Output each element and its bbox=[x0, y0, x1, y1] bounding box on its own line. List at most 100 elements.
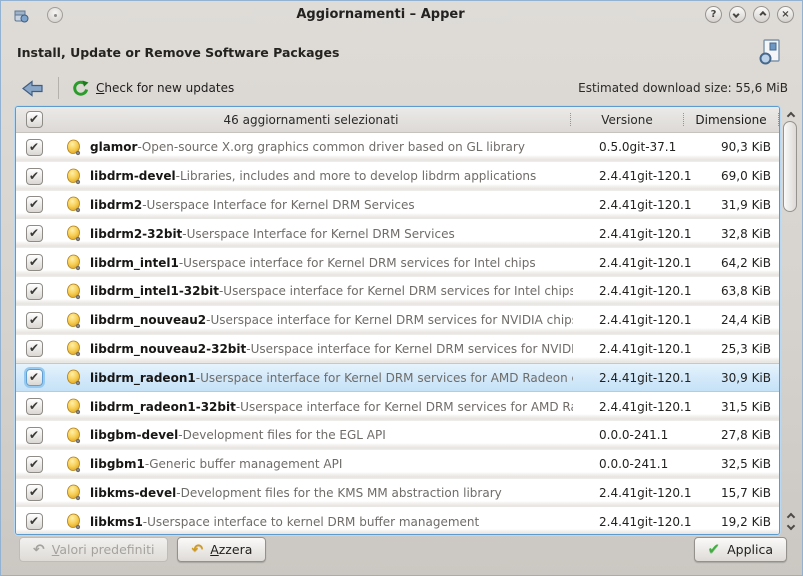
version-cell: 2.4.41git-120.1 bbox=[573, 198, 685, 212]
row-checkbox[interactable] bbox=[26, 196, 43, 213]
size-cell: 15,7 KiB bbox=[685, 486, 779, 500]
version-cell: 2.4.41git-120.1 bbox=[573, 227, 685, 241]
package-icon bbox=[65, 484, 82, 501]
software-updates-icon bbox=[758, 37, 784, 67]
package-row[interactable]: libkms-devel - Development files for the… bbox=[16, 479, 779, 508]
package-name: libdrm_radeon1 bbox=[90, 371, 196, 385]
version-cell: 2.4.41git-120.1 bbox=[573, 371, 685, 385]
package-name: libdrm_intel1 bbox=[90, 256, 179, 270]
package-row[interactable]: libdrm_radeon1 - Userspace interface for… bbox=[16, 363, 779, 392]
package-name: libkms-devel bbox=[90, 486, 176, 500]
package-icon bbox=[65, 312, 82, 329]
row-checkbox[interactable] bbox=[26, 513, 43, 530]
package-icon bbox=[65, 254, 82, 271]
back-button[interactable] bbox=[17, 78, 48, 99]
size-cell: 24,4 KiB bbox=[685, 313, 779, 327]
toolbar-separator bbox=[58, 77, 59, 99]
scrollbar-thumb[interactable] bbox=[783, 121, 797, 212]
package-name: libdrm2 bbox=[90, 198, 142, 212]
row-checkbox[interactable] bbox=[26, 283, 43, 300]
package-name: libdrm_nouveau2 bbox=[90, 313, 206, 327]
download-size-label: Estimated download size: 55,6 MiB bbox=[578, 81, 788, 95]
package-icon bbox=[65, 456, 82, 473]
row-checkbox[interactable] bbox=[26, 254, 43, 271]
size-cell: 32,8 KiB bbox=[685, 227, 779, 241]
scroll-up-button[interactable] bbox=[782, 107, 799, 120]
size-cell: 64,2 KiB bbox=[685, 256, 779, 270]
package-description: Userspace interface for Kernel DRM servi… bbox=[251, 342, 573, 356]
package-icon bbox=[65, 369, 82, 386]
reset-button[interactable]: ↶ Azzera bbox=[177, 537, 266, 562]
package-icon bbox=[65, 168, 82, 185]
package-name: libdrm_radeon1-32bit bbox=[90, 400, 236, 414]
scroll-up-button-bottom[interactable] bbox=[782, 508, 799, 521]
package-description: Userspace Interface for Kernel DRM Servi… bbox=[147, 198, 415, 212]
package-list: glamor - Open-source X.org graphics comm… bbox=[16, 133, 779, 535]
page-header: Install, Update or Remove Software Packa… bbox=[1, 26, 802, 70]
package-row[interactable]: libdrm-devel - Libraries, includes and m… bbox=[16, 162, 779, 191]
row-checkbox[interactable] bbox=[26, 139, 43, 156]
apply-button-label: Applica bbox=[727, 542, 773, 557]
package-row[interactable]: libgbm1 - Generic buffer management API … bbox=[16, 450, 779, 479]
scroll-down-button[interactable] bbox=[782, 521, 799, 534]
package-row[interactable]: libdrm_nouveau2 - Userspace interface fo… bbox=[16, 306, 779, 335]
row-checkbox[interactable] bbox=[26, 340, 43, 357]
column-header-selection[interactable]: 46 aggiornamenti selezionati bbox=[52, 113, 570, 127]
package-icon bbox=[65, 513, 82, 530]
apper-app-icon[interactable] bbox=[13, 7, 29, 23]
titlebar[interactable]: Aggiornamenti – Apper ? × bbox=[1, 1, 802, 26]
check-updates-button[interactable]: Check for new updates bbox=[68, 78, 238, 99]
size-cell: 69,0 KiB bbox=[685, 169, 779, 183]
row-checkbox[interactable] bbox=[26, 225, 43, 242]
package-name: libgbm-devel bbox=[90, 428, 178, 442]
help-button[interactable]: ? bbox=[705, 6, 722, 23]
select-all-checkbox[interactable] bbox=[26, 111, 43, 128]
package-row[interactable]: libdrm2 - Userspace Interface for Kernel… bbox=[16, 191, 779, 220]
defaults-button-label: Valori predefiniti bbox=[52, 542, 155, 557]
package-row[interactable]: libdrm_intel1-32bit - Userspace interfac… bbox=[16, 277, 779, 306]
footer: ↶ Valori predefiniti ↶ Azzera ✔ Applica bbox=[19, 537, 787, 562]
package-name: libkms1 bbox=[90, 515, 143, 529]
package-row[interactable]: libkms1 - Userspace interface to kernel … bbox=[16, 507, 779, 535]
version-cell: 0.0.0-241.1 bbox=[573, 428, 685, 442]
package-name: libdrm-devel bbox=[90, 169, 176, 183]
column-resize-handle[interactable] bbox=[778, 113, 779, 126]
row-checkbox[interactable] bbox=[26, 398, 43, 415]
apply-button[interactable]: ✔ Applica bbox=[694, 537, 787, 562]
maximize-button[interactable] bbox=[753, 6, 770, 23]
close-button[interactable]: × bbox=[777, 6, 794, 23]
vertical-scrollbar[interactable] bbox=[782, 107, 799, 534]
column-header-size[interactable]: Dimensione bbox=[684, 113, 778, 127]
package-row[interactable]: libdrm2-32bit - Userspace Interface for … bbox=[16, 219, 779, 248]
package-description: Userspace interface for Kernel DRM servi… bbox=[183, 256, 535, 270]
size-cell: 32,5 KiB bbox=[685, 457, 779, 471]
row-checkbox[interactable] bbox=[26, 456, 43, 473]
version-cell: 2.4.41git-120.1 bbox=[573, 515, 685, 529]
reset-button-label: Azzera bbox=[210, 542, 252, 557]
row-checkbox[interactable] bbox=[26, 369, 43, 386]
revert-icon: ↶ bbox=[33, 543, 45, 557]
defaults-button[interactable]: ↶ Valori predefiniti bbox=[19, 537, 168, 562]
package-description: Development files for the EGL API bbox=[183, 428, 386, 442]
row-checkbox[interactable] bbox=[26, 168, 43, 185]
package-row[interactable]: libdrm_radeon1-32bit - Userspace interfa… bbox=[16, 392, 779, 421]
version-cell: 2.4.41git-120.1 bbox=[573, 400, 685, 414]
column-header-version[interactable]: Versione bbox=[571, 113, 683, 127]
keep-above-button[interactable] bbox=[47, 7, 63, 23]
refresh-icon bbox=[72, 80, 89, 97]
chevron-down-icon bbox=[733, 11, 740, 18]
package-description: Generic buffer management API bbox=[149, 457, 342, 471]
package-description: Development files for the KMS MM abstrac… bbox=[181, 486, 502, 500]
row-checkbox[interactable] bbox=[26, 312, 43, 329]
package-row[interactable]: libdrm_intel1 - Userspace interface for … bbox=[16, 248, 779, 277]
size-cell: 27,8 KiB bbox=[685, 428, 779, 442]
row-checkbox[interactable] bbox=[26, 427, 43, 444]
package-row[interactable]: glamor - Open-source X.org graphics comm… bbox=[16, 133, 779, 162]
size-cell: 19,2 KiB bbox=[685, 515, 779, 529]
row-checkbox[interactable] bbox=[26, 484, 43, 501]
minimize-button[interactable] bbox=[729, 6, 746, 23]
package-description: Userspace interface for Kernel DRM servi… bbox=[200, 371, 573, 385]
package-row[interactable]: libgbm-devel - Development files for the… bbox=[16, 421, 779, 450]
toolbar: Check for new updates Estimated download… bbox=[1, 70, 802, 102]
package-row[interactable]: libdrm_nouveau2-32bit - Userspace interf… bbox=[16, 335, 779, 364]
